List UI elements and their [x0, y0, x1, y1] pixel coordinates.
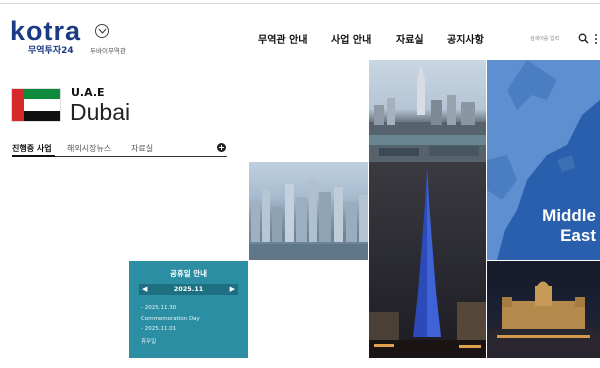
month-selector: ◀ 2025.11 ▶ — [139, 284, 238, 295]
top-divider — [0, 3, 600, 4]
photo-atlantis-night — [487, 261, 600, 358]
holiday-panel: 공휴일 안내 ◀ 2025.11 ▶ - 2025.11.30 Commemor… — [129, 261, 248, 358]
search-input[interactable] — [530, 32, 576, 46]
holiday-title: 공휴일 안내 — [169, 269, 208, 278]
search-box — [530, 32, 589, 46]
middle-east-map: Middle East — [487, 60, 600, 260]
map-label: Middle East — [542, 206, 596, 246]
country-code: U.A.E — [71, 86, 105, 99]
chevron-down-icon[interactable] — [95, 24, 109, 38]
holiday-name-2: 휴무일 — [141, 339, 157, 345]
flag-border — [11, 88, 61, 122]
tab-ongoing-projects[interactable]: 진행중 사업 — [12, 143, 52, 154]
photo-dubai-skyline — [369, 60, 486, 162]
month-label: 2025.11 — [173, 285, 204, 293]
tab-market-news[interactable]: 해외시장뉴스 — [67, 143, 111, 154]
map-label-line1: Middle — [542, 206, 596, 225]
active-tab-indicator — [12, 155, 55, 157]
more-menu-icon[interactable] — [592, 33, 600, 45]
office-name: 두바이무역관 — [90, 47, 126, 55]
nav-resources[interactable]: 자료실 — [396, 31, 424, 47]
nav-business-guide[interactable]: 사업 안내 — [331, 31, 371, 47]
holiday-date-2: - 2025.11.01 — [141, 326, 177, 332]
photo-burj-khalifa — [369, 162, 486, 358]
nav-notices[interactable]: 공지사항 — [447, 31, 484, 47]
holiday-name-1: Commemoration Day — [141, 316, 200, 322]
search-icon[interactable] — [578, 33, 589, 44]
tab-resources[interactable]: 자료실 — [131, 143, 153, 154]
logo-subtitle: 무역투자24 — [28, 46, 74, 56]
kotra-logo[interactable]: kotra — [10, 18, 81, 45]
photo-dubai-marina — [249, 162, 368, 260]
city-name: Dubai — [70, 99, 131, 125]
nav-office-guide[interactable]: 무역관 안내 — [258, 31, 307, 47]
holiday-date-1: - 2025.11.30 — [141, 305, 177, 311]
next-month-button[interactable]: ▶ — [230, 285, 235, 293]
plus-icon[interactable] — [217, 143, 226, 152]
page: kotra 무역투자24 두바이무역관 무역관 안내 사업 안내 자료실 공지사… — [0, 0, 600, 368]
map-label-line2: East — [560, 226, 596, 245]
